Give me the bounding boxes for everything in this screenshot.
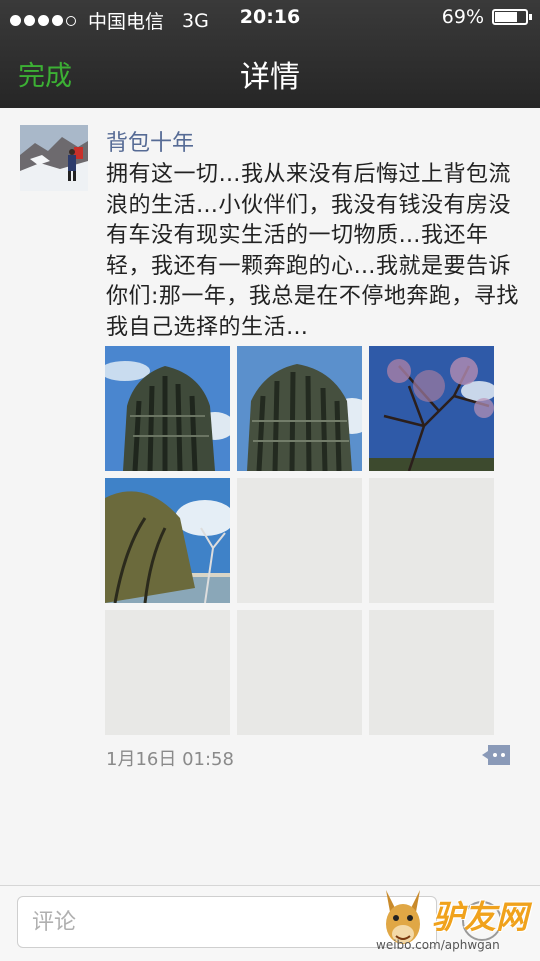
battery-percent: 69% [441, 6, 484, 28]
watermark-caption: weibo.com/aphwgan [376, 938, 500, 952]
comment-input[interactable] [17, 896, 437, 948]
photo-thumbnail[interactable] [105, 478, 230, 603]
post-author[interactable]: 背包十年 [106, 125, 194, 157]
status-bar: 中国电信 3G 20:16 69% [0, 0, 540, 36]
photo-thumbnail[interactable] [105, 346, 230, 471]
photo-placeholder [237, 610, 362, 735]
avatar[interactable] [20, 125, 88, 191]
photo-placeholder [369, 478, 494, 603]
photo-placeholder [105, 610, 230, 735]
page-title: 详情 [240, 60, 300, 95]
photo-thumbnail[interactable] [237, 346, 362, 471]
battery-icon [492, 9, 532, 25]
status-right: 69% [441, 6, 532, 28]
watermark: 驴友网 weibo.com/aphwgan [376, 888, 540, 960]
comment-bubble-icon[interactable] [480, 743, 512, 773]
navigation-bar: 中国电信 3G 20:16 69% 完成 详情 [0, 0, 540, 108]
post-timestamp: 1月16日 01:58 [106, 749, 234, 770]
post-text: 拥有这一切…我从来没有后悔过上背包流浪的生活…小伙伴们，我没有钱没有房没有车没有… [106, 162, 519, 340]
battery-fill [495, 12, 518, 22]
photo-placeholder [237, 478, 362, 603]
photo-thumbnail[interactable] [369, 346, 494, 471]
photo-grid [105, 346, 495, 736]
photo-placeholder [369, 610, 494, 735]
watermark-logo-text: 驴友网 [432, 898, 529, 936]
